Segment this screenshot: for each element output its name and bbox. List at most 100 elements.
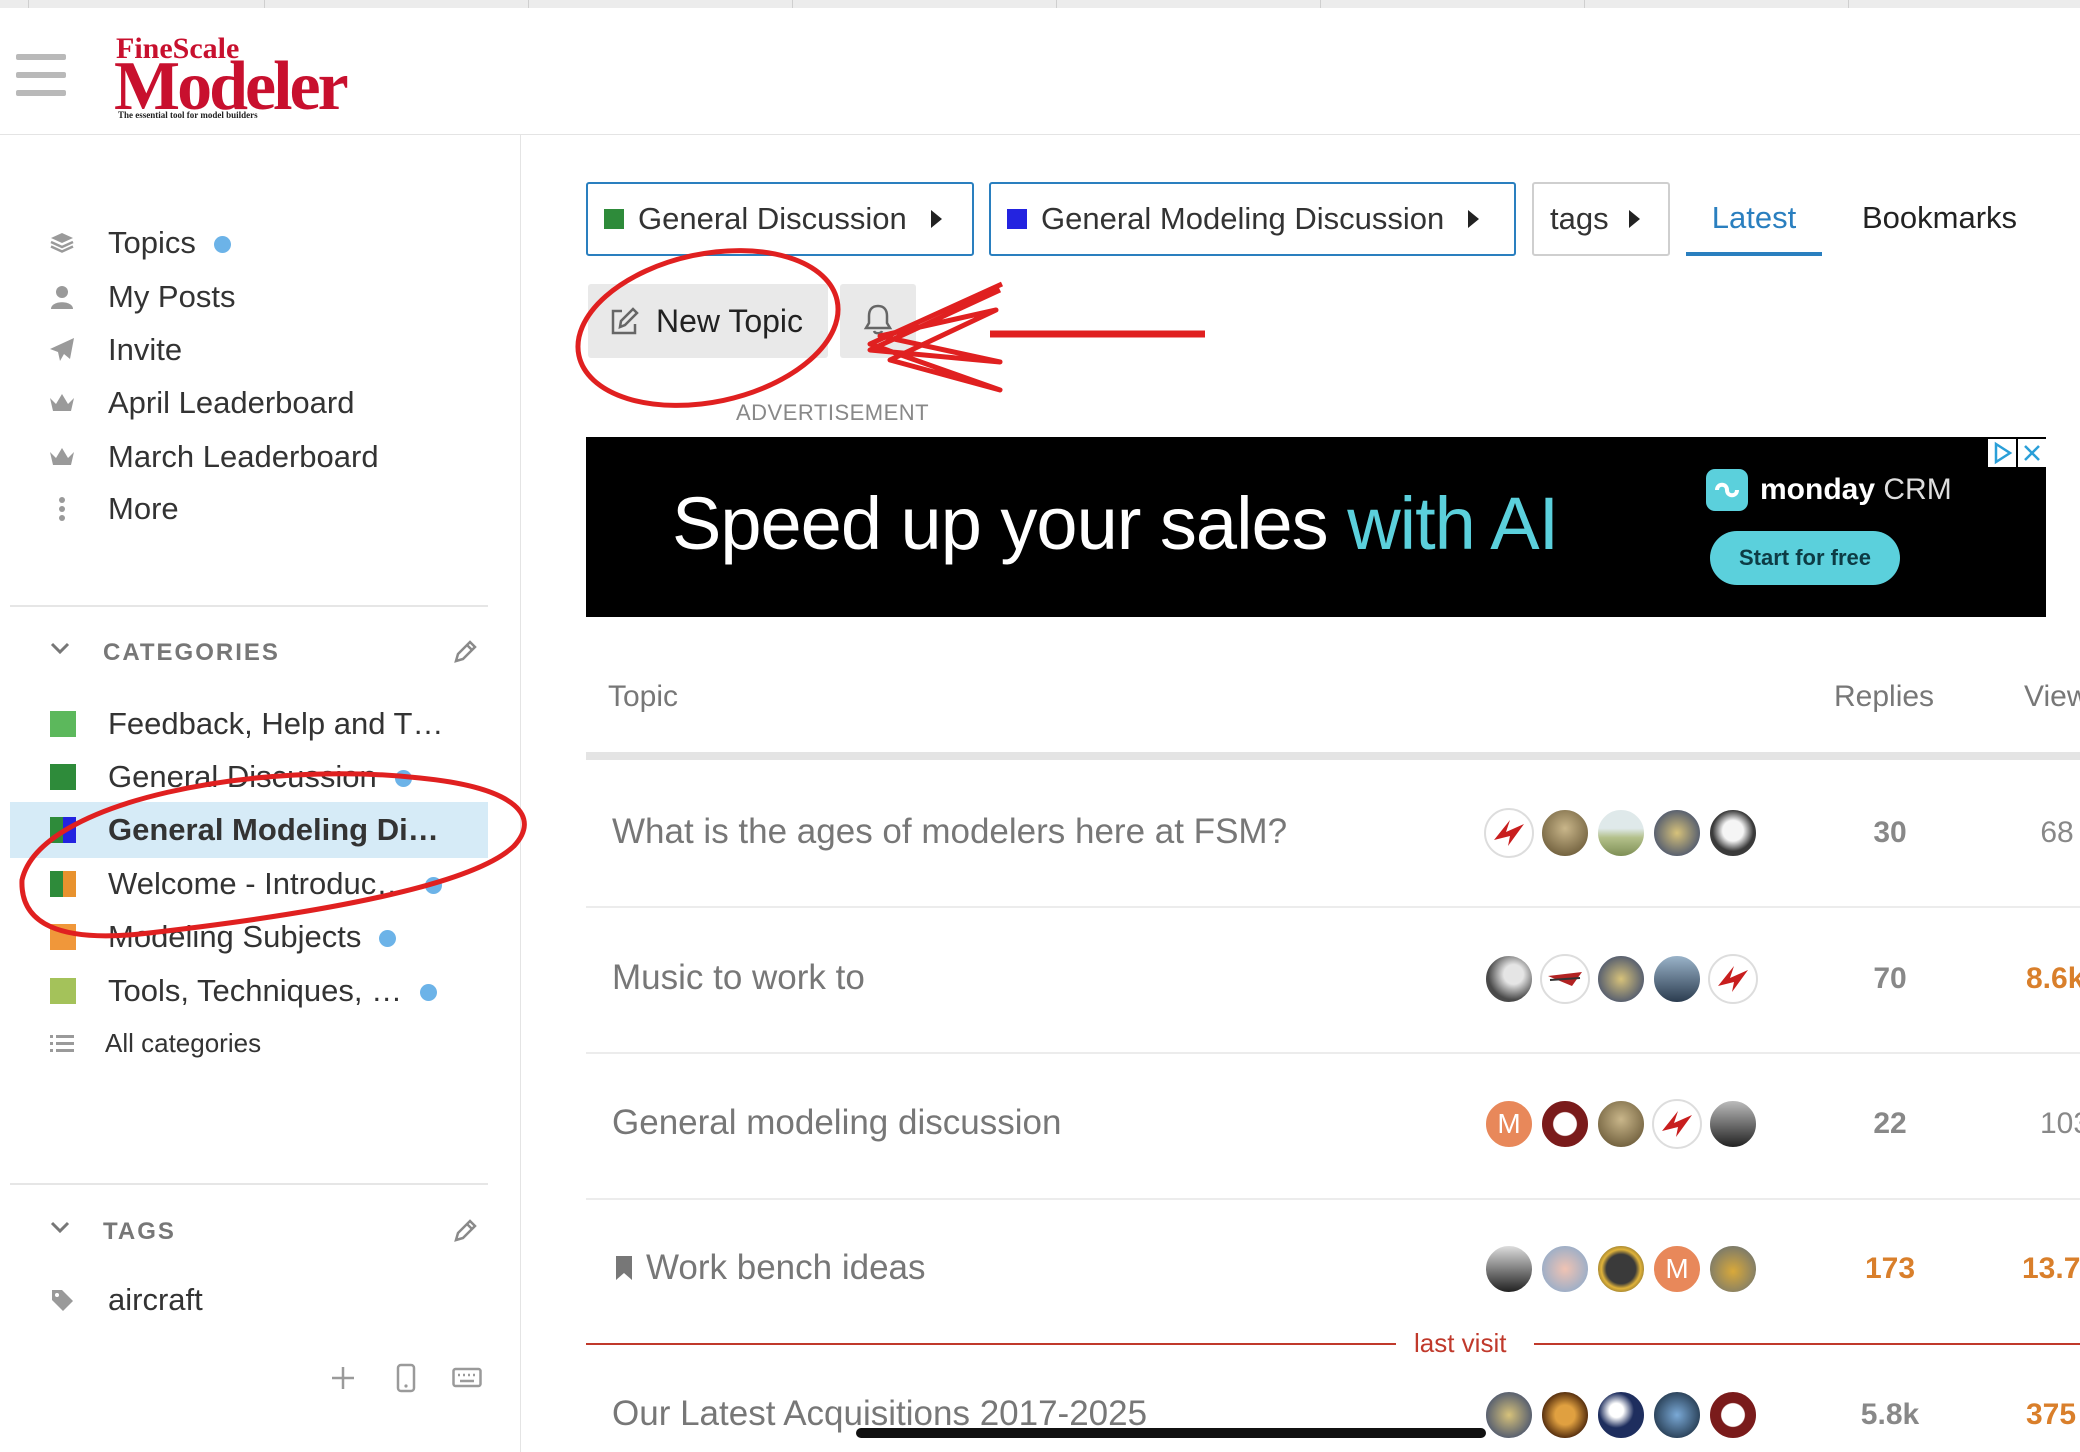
avatar[interactable] xyxy=(1540,808,1590,858)
avatar[interactable] xyxy=(1484,1244,1534,1294)
category-filter-dropdown[interactable]: General Discussion xyxy=(586,182,974,256)
new-topic-button[interactable]: New Topic xyxy=(588,284,828,358)
pencil-icon[interactable] xyxy=(452,1218,478,1249)
advertisement-label: ADVERTISEMENT xyxy=(736,400,930,425)
avatar[interactable] xyxy=(1708,808,1758,858)
sidebar-item-invite[interactable]: Invite xyxy=(0,322,488,378)
advertisement-banner[interactable]: Speed up your sales with AI monday CRM S… xyxy=(586,437,2046,617)
ad-headline: Speed up your sales with AI xyxy=(672,481,1559,566)
avatar[interactable] xyxy=(1540,1099,1590,1149)
avatar[interactable] xyxy=(1652,1390,1702,1440)
logo-tagline: The essential tool for model builders xyxy=(118,110,258,120)
sidebar-item-march-leaderboard[interactable]: March Leaderboard xyxy=(0,429,488,485)
pencil-icon[interactable] xyxy=(452,639,478,670)
chevron-down-icon[interactable] xyxy=(50,1220,70,1239)
ad-close-icon[interactable] xyxy=(2018,439,2046,467)
sidebar-item-topics[interactable]: Topics xyxy=(0,215,488,271)
column-header-replies[interactable]: Replies xyxy=(1834,680,1934,714)
last-visit-label: last visit xyxy=(1414,1328,1507,1358)
sidebar-tag-aircraft[interactable]: aircraft xyxy=(0,1272,488,1328)
categories-title: CATEGORIES xyxy=(103,639,280,666)
ad-headline-accent: with AI xyxy=(1347,482,1559,565)
sidebar-all-categories[interactable]: All categories xyxy=(0,1015,488,1071)
sidebar-category-general-modeling-discussion[interactable]: General Modeling Di… xyxy=(10,802,488,858)
category-color-swatch xyxy=(50,978,76,1004)
tab-bookmarks[interactable]: Bookmarks xyxy=(1862,200,2017,236)
ad-cta-button[interactable]: Start for free xyxy=(1710,531,1900,585)
layers-icon xyxy=(48,229,76,257)
sidebar-item-label: Modeling Subjects xyxy=(108,919,362,954)
bookmark-icon[interactable] xyxy=(614,1254,634,1287)
sidebar-item-april-leaderboard[interactable]: April Leaderboard xyxy=(0,375,488,431)
chevron-down-icon[interactable] xyxy=(50,641,70,660)
topic-title-link[interactable]: Music to work to xyxy=(612,958,865,998)
site-logo[interactable]: FineScale Modeler The essential tool for… xyxy=(114,28,436,128)
mobile-view-icon[interactable] xyxy=(396,1363,416,1398)
sidebar-category-general-discussion[interactable]: General Discussion xyxy=(0,749,488,805)
hamburger-menu-icon[interactable] xyxy=(16,54,66,102)
avatar[interactable] xyxy=(1540,1244,1590,1294)
column-header-views[interactable]: Views xyxy=(2024,680,2080,714)
topic-title-link[interactable]: Work bench ideas xyxy=(646,1248,926,1288)
avatar[interactable] xyxy=(1540,1390,1590,1440)
unread-dot xyxy=(394,770,412,788)
avatar[interactable] xyxy=(1708,1244,1758,1294)
bell-icon xyxy=(863,302,893,341)
sidebar-item-my-posts[interactable]: My Posts xyxy=(0,269,488,325)
avatar[interactable] xyxy=(1484,1390,1534,1440)
monday-logo-icon xyxy=(1706,469,1748,511)
subcategory-filter-dropdown[interactable]: General Modeling Discussion xyxy=(989,182,1516,256)
list-header-divider xyxy=(586,752,2080,760)
column-header-topic[interactable]: Topic xyxy=(608,680,678,714)
avatar[interactable] xyxy=(1708,954,1758,1004)
caret-right-icon xyxy=(930,210,942,228)
sidebar-item-more[interactable]: More xyxy=(0,481,488,537)
category-filter-label: General Discussion xyxy=(638,201,907,236)
tags-section-header[interactable]: TAGS xyxy=(48,1214,488,1254)
unread-dot xyxy=(420,984,438,1002)
avatar[interactable]: M xyxy=(1484,1099,1534,1149)
sidebar-category-tools-techniques[interactable]: Tools, Techniques, … xyxy=(0,963,488,1019)
avatar[interactable] xyxy=(1484,808,1534,858)
ad-brand-name: monday xyxy=(1760,473,1876,506)
topic-title-link[interactable]: General modeling discussion xyxy=(612,1103,1061,1143)
caret-right-icon xyxy=(1468,210,1480,228)
unread-dot xyxy=(213,236,231,254)
avatar[interactable] xyxy=(1596,808,1646,858)
avatar[interactable]: M xyxy=(1652,1244,1702,1294)
avatar[interactable] xyxy=(1708,1099,1758,1149)
category-color-swatch xyxy=(50,764,76,790)
avatar[interactable] xyxy=(1652,808,1702,858)
sidebar-category-feedback[interactable]: Feedback, Help and T… xyxy=(0,696,488,752)
avatar[interactable] xyxy=(1596,954,1646,1004)
avatar[interactable] xyxy=(1484,954,1534,1004)
sidebar-category-modeling-subjects[interactable]: Modeling Subjects xyxy=(0,909,488,965)
keyboard-icon[interactable] xyxy=(452,1367,482,1394)
view-count: 375 xyxy=(2026,1398,2077,1431)
notification-level-button[interactable] xyxy=(840,284,916,358)
unread-dot xyxy=(379,930,397,948)
sidebar-category-welcome[interactable]: Welcome - Introduc… xyxy=(0,856,488,912)
sidebar-divider xyxy=(10,1183,488,1185)
category-color-swatch xyxy=(604,209,624,229)
topic-title-link[interactable]: What is the ages of modelers here at FSM… xyxy=(612,812,1287,852)
plus-icon[interactable] xyxy=(330,1365,356,1396)
sidebar-item-label: All categories xyxy=(105,1027,262,1058)
sidebar-item-label: March Leaderboard xyxy=(108,439,379,474)
view-count: 13.7k xyxy=(2022,1252,2080,1285)
avatar[interactable] xyxy=(1652,954,1702,1004)
sidebar-item-label: Topics xyxy=(108,225,196,260)
avatar[interactable] xyxy=(1596,1390,1646,1440)
adchoices-icon[interactable] xyxy=(1988,439,2016,467)
row-divider xyxy=(586,906,2080,908)
tab-latest[interactable]: Latest xyxy=(1686,200,1822,256)
categories-section-header[interactable]: CATEGORIES xyxy=(48,635,488,675)
avatar[interactable] xyxy=(1652,1099,1702,1149)
avatar[interactable] xyxy=(1596,1099,1646,1149)
tags-filter-dropdown[interactable]: tags xyxy=(1532,182,1670,256)
avatar[interactable] xyxy=(1596,1244,1646,1294)
category-color-swatch xyxy=(50,871,76,897)
category-color-swatch xyxy=(50,711,76,737)
avatar[interactable] xyxy=(1708,1390,1758,1440)
avatar[interactable] xyxy=(1540,954,1590,1004)
